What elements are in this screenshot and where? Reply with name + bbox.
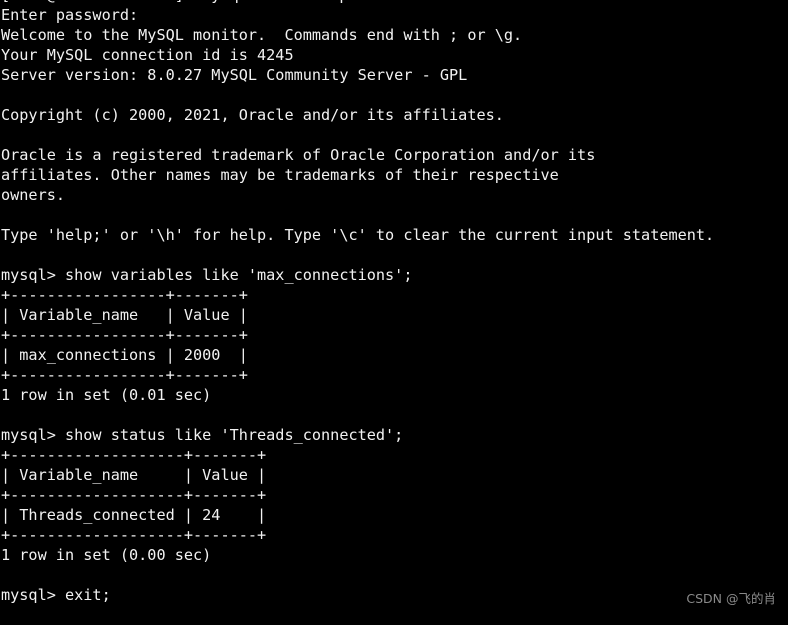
terminal-output: [root@SAPASSIS-DB ~]# mysql -u root -p E…: [1, 0, 715, 604]
terminal-window[interactable]: [root@SAPASSIS-DB ~]# mysql -u root -p E…: [0, 0, 788, 625]
